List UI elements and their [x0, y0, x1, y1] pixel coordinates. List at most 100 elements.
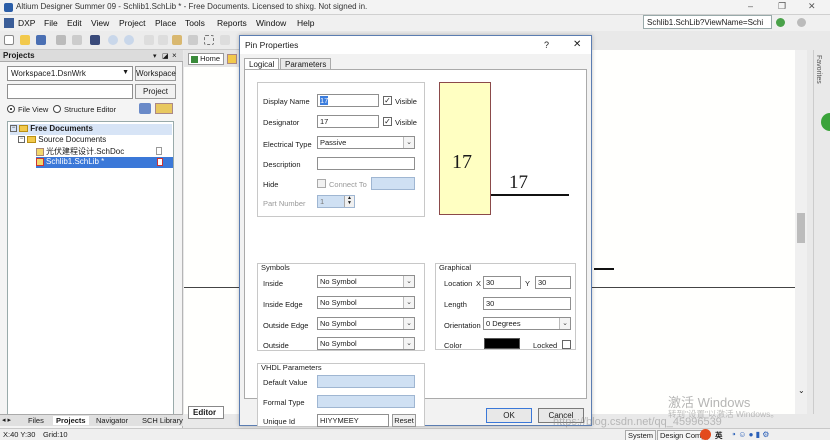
nav-back-icon[interactable] [797, 18, 806, 27]
move-icon[interactable] [220, 35, 230, 45]
description-field[interactable] [317, 157, 415, 170]
address-field[interactable]: Schlib1.SchLib?ViewName=Schi [643, 15, 772, 29]
print-icon[interactable] [56, 35, 66, 45]
sogou-icon[interactable] [700, 429, 711, 440]
display-name-visible-checkbox[interactable]: ✓ [383, 96, 392, 105]
file-view-radio[interactable] [7, 105, 15, 113]
orientation-label: Orientation [444, 321, 481, 330]
collapse-icon[interactable]: − [10, 125, 17, 133]
copy-icon[interactable] [158, 35, 168, 45]
menu-reports[interactable]: Reports [217, 18, 247, 28]
unique-id-field[interactable]: HIYYMEEY [317, 414, 389, 427]
tab-files[interactable]: Files [28, 416, 44, 425]
scrollbar-thumb[interactable] [797, 213, 805, 243]
help-button[interactable]: ? [544, 40, 549, 50]
reset-button[interactable]: Reset [392, 414, 416, 427]
length-field[interactable]: 30 [483, 297, 571, 310]
symbol-outside-select[interactable]: No Symbol ⌄ [317, 337, 415, 350]
menu-help[interactable]: Help [297, 18, 314, 28]
hide-checkbox[interactable] [317, 179, 326, 188]
symbol-inside-label: Inside [263, 279, 284, 288]
preview-pin-number: 17 [509, 172, 528, 193]
menu-tools[interactable]: Tools [185, 18, 205, 28]
project-options-icon[interactable] [139, 103, 151, 114]
structure-editor-radio[interactable] [53, 105, 61, 113]
locked-checkbox[interactable] [562, 340, 571, 349]
ime-language[interactable]: 英 [715, 430, 723, 440]
favorites-tab[interactable]: Favorites [815, 55, 822, 84]
tab-projects[interactable]: Projects [53, 416, 89, 425]
ime-tools-icon[interactable]: ⁍ ☺ ● ▮ ⚙ [732, 430, 769, 439]
tab-home[interactable]: Home [188, 53, 224, 65]
default-value-field[interactable] [317, 375, 415, 388]
formal-type-field[interactable] [317, 395, 415, 408]
minimize-button[interactable]: – [748, 1, 753, 11]
designator-field[interactable]: 17 [317, 115, 379, 128]
tree-item-source-documents[interactable]: − Source Documents [18, 135, 106, 146]
symbol-outside-edge-value: No Symbol [320, 319, 357, 328]
graphical-title: Graphical [439, 263, 472, 272]
dialog-close-button[interactable]: ✕ [573, 39, 581, 50]
symbol-inside-select[interactable]: No Symbol ⌄ [317, 275, 415, 288]
location-y-field[interactable]: 30 [535, 276, 571, 289]
new-icon[interactable] [4, 35, 14, 45]
status-bar: X:40 Y:30 Grid:10 System Design Comp 英 ⁍… [0, 428, 830, 440]
designator-visible-checkbox[interactable]: ✓ [383, 117, 392, 126]
structure-editor-label: Structure Editor [64, 105, 117, 114]
color-swatch[interactable] [484, 338, 520, 349]
display-name-label: Display Name [263, 97, 310, 106]
collapse-icon[interactable]: − [18, 136, 25, 144]
restore-button[interactable]: ❐ [778, 1, 786, 12]
symbol-outside-edge-select[interactable]: No Symbol ⌄ [317, 317, 415, 330]
zoom-out-icon[interactable] [124, 35, 134, 45]
menu-place[interactable]: Place [155, 18, 176, 28]
panel-pin-icon[interactable]: ▾ [153, 52, 157, 60]
workspace-button[interactable]: Workspace [135, 66, 176, 81]
select-area-icon[interactable] [204, 35, 214, 45]
cut-icon[interactable] [144, 35, 154, 45]
open-icon[interactable] [20, 35, 30, 45]
preview-pin-line [491, 194, 569, 196]
folder-icon [27, 136, 37, 144]
panel-float-icon[interactable]: ◪ [162, 52, 169, 60]
tab-scroll-icon[interactable]: ◂ ▸ [2, 416, 11, 424]
location-x-field[interactable]: 30 [483, 276, 521, 289]
dialog-title-bar: Pin Properties ? ✕ [240, 36, 591, 54]
chevron-down-icon: ⌄ [559, 318, 570, 329]
menu-edit[interactable]: Edit [67, 18, 82, 28]
zoom-in-icon[interactable] [108, 35, 118, 45]
panel-close-icon[interactable]: × [172, 51, 177, 60]
rubber-stamp-icon[interactable] [188, 35, 198, 45]
tree-item-schlib[interactable]: Schlib1.SchLib * [36, 157, 173, 168]
menu-view[interactable]: View [91, 18, 109, 28]
menu-file[interactable]: File [44, 18, 58, 28]
menu-dxp[interactable]: DXP [18, 18, 35, 28]
project-input[interactable] [7, 84, 133, 99]
tab-editor[interactable]: Editor [188, 406, 224, 419]
print-preview-icon[interactable] [72, 35, 82, 45]
project-button[interactable]: Project [135, 84, 176, 99]
display-name-field[interactable]: 17 [317, 94, 379, 107]
ok-button[interactable]: OK [486, 408, 532, 423]
tree-item-schdoc[interactable]: 光伏建程设计.SchDoc [36, 146, 170, 157]
tab-sch-library[interactable]: SCH Library [142, 416, 183, 425]
scroll-down-icon[interactable]: ⌄ [798, 386, 805, 395]
status-system-button[interactable]: System [625, 430, 657, 440]
symbol-inside-edge-select[interactable]: No Symbol ⌄ [317, 296, 415, 309]
orientation-select[interactable]: 0 Degrees ⌄ [483, 317, 571, 330]
close-window-button[interactable]: ✕ [808, 1, 816, 12]
workspace-select[interactable]: Workspace1.DsnWrk ▼ [7, 66, 133, 81]
save-icon[interactable] [36, 35, 46, 45]
tab-navigator[interactable]: Navigator [96, 416, 128, 425]
menu-window[interactable]: Window [256, 18, 286, 28]
project-menu-icon[interactable] [155, 103, 173, 114]
tab-schlib-icon[interactable] [227, 54, 237, 64]
chevron-down-icon: ⌄ [403, 297, 414, 308]
electrical-type-select[interactable]: Passive ⌄ [317, 136, 415, 149]
component-icon[interactable] [90, 35, 100, 45]
nav-forward-icon[interactable] [776, 18, 785, 27]
main-toolbar [0, 31, 240, 50]
paste-icon[interactable] [172, 35, 182, 45]
menu-project[interactable]: Project [119, 18, 145, 28]
tree-item-free-documents[interactable]: − Free Documents [10, 124, 172, 135]
